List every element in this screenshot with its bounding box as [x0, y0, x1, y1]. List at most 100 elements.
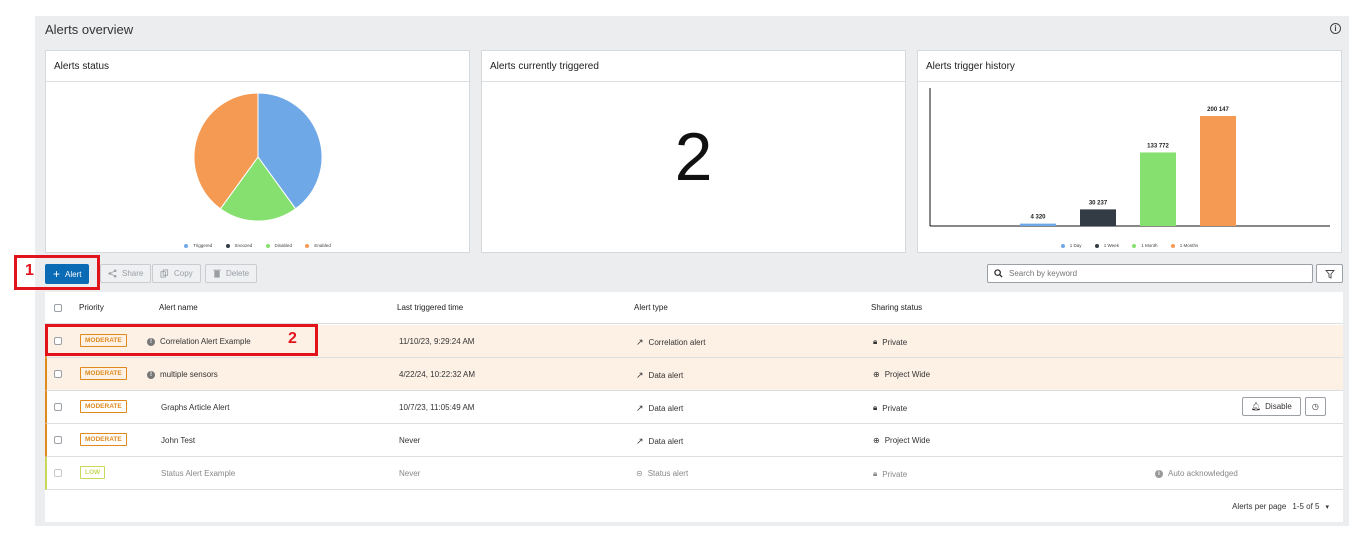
- filter-icon: [1324, 269, 1335, 279]
- triggered-count: 2: [674, 119, 713, 195]
- card-title: Alerts status: [46, 51, 469, 82]
- panel-title: Alerts overview: [45, 22, 134, 37]
- chart-icon: ↗: [636, 337, 644, 347]
- table-row[interactable]: MODERATE John Test Never ↗ Data alert ⊕ Pr…: [45, 424, 1343, 457]
- alert-type-cell: ⊝ Status alert: [636, 469, 689, 478]
- globe-icon: ⊕: [873, 370, 880, 379]
- copy-button[interactable]: Copy: [152, 264, 201, 283]
- priority-badge: MODERATE: [80, 367, 127, 380]
- alerts-status-card: Alerts status Triggered Snoozed Disabled…: [45, 50, 470, 253]
- card-title: Alerts currently triggered: [482, 51, 905, 82]
- legend-item-snoozed: Snoozed: [225, 243, 252, 248]
- lock-icon: 🔒︎: [873, 403, 878, 412]
- table-row[interactable]: MODERATE Graphs Article Alert 10/7/23, 1…: [45, 391, 1343, 424]
- info-icon: i: [1155, 469, 1163, 478]
- last-triggered-cell: 4/22/24, 10:22:32 AM: [399, 370, 476, 379]
- sharing-cell: 🔒︎ Private: [873, 337, 908, 347]
- delete-button[interactable]: Delete: [205, 264, 258, 283]
- row-checkbox[interactable]: [54, 403, 62, 411]
- chevron-down-icon[interactable]: ▾: [1325, 503, 1329, 511]
- alert-type-cell: ↗ Correlation alert: [636, 337, 706, 347]
- alert-name-cell[interactable]: John Test: [161, 436, 195, 445]
- header-priority[interactable]: Priority: [79, 303, 104, 312]
- snooze-button[interactable]: ◷: [1304, 397, 1326, 416]
- sharing-cell: ⊕ Project Wide: [873, 370, 931, 379]
- last-triggered-cell: 10/7/23, 11:05:49 AM: [399, 403, 475, 412]
- alert-type-cell: ↗ Data alert: [636, 436, 684, 446]
- table-row[interactable]: MODERATE ! multiple sensors 4/22/24, 10:2…: [45, 358, 1343, 391]
- select-all-checkbox[interactable]: [54, 304, 62, 312]
- bar-1-months: [1200, 116, 1236, 226]
- alerts-history-bar-chart: 4 320 30 237 133 772 200 147: [929, 88, 1330, 227]
- status-icon: ⊝: [636, 469, 643, 478]
- chart-icon: ↗: [636, 370, 644, 380]
- legend-item-week: 1 Week: [1094, 243, 1119, 248]
- bar-1-month: [1140, 152, 1176, 226]
- card-title: Alerts trigger history: [918, 51, 1341, 82]
- annotation-number-2: 2: [288, 330, 297, 347]
- legend-item-day: 1 Day: [1060, 243, 1082, 248]
- search-field[interactable]: [987, 264, 1313, 283]
- lock-icon: 🔒︎: [873, 337, 878, 346]
- alert-name-cell[interactable]: Graphs Article Alert: [161, 403, 229, 412]
- priority-badge: LOW: [80, 466, 106, 479]
- search-input[interactable]: [1009, 269, 1299, 278]
- row-actions: 🔔︎ Disable ◷: [1242, 397, 1326, 416]
- annotation-box-2: [45, 324, 318, 356]
- last-triggered-cell: Never: [399, 469, 421, 478]
- sharing-cell: ⊕ Project Wide: [873, 436, 931, 445]
- last-triggered-cell: Never: [399, 436, 421, 445]
- priority-badge: MODERATE: [80, 400, 127, 413]
- bell-icon: 🔔︎: [1251, 402, 1262, 411]
- alerts-triggered-card: Alerts currently triggered 2: [481, 50, 906, 253]
- search-icon: [994, 269, 1003, 278]
- pagination: Alerts per page 1-5 of 5 ▾: [1232, 502, 1329, 511]
- legend-item-month: 1 Month: [1132, 243, 1157, 248]
- legend-item-enabled: Enabled: [305, 243, 331, 248]
- trash-icon: [213, 269, 221, 278]
- lock-icon: 🔒︎: [873, 469, 878, 478]
- alert-type-cell: ↗ Data alert: [636, 370, 684, 380]
- filter-button[interactable]: [1316, 264, 1343, 283]
- status-note: i Auto acknowledged: [1155, 469, 1238, 478]
- row-checkbox[interactable]: [54, 469, 62, 477]
- bar-data-label: 133 772: [1147, 143, 1169, 149]
- header-last-triggered[interactable]: Last triggered time: [397, 303, 463, 312]
- chart-icon: ↗: [636, 436, 644, 446]
- page-range[interactable]: 1-5 of 5: [1292, 502, 1319, 511]
- header-alert-name[interactable]: Alert name: [159, 303, 198, 312]
- legend-item-disabled: Disabled: [265, 243, 292, 248]
- alert-name-cell[interactable]: ! multiple sensors: [147, 370, 218, 379]
- legend-item-triggered: Triggered: [184, 243, 212, 248]
- header-sharing-status[interactable]: Sharing status: [871, 303, 922, 312]
- alert-name-cell[interactable]: Status Alert Example: [161, 469, 235, 478]
- header-alert-type[interactable]: Alert type: [634, 303, 668, 312]
- row-checkbox[interactable]: [54, 370, 62, 378]
- alerts-history-card: Alerts trigger history 4 320 30 237 133 77…: [917, 50, 1342, 253]
- bar-1-day: [1020, 223, 1056, 226]
- globe-icon: ⊕: [873, 436, 880, 445]
- pie-legend: Triggered Snoozed Disabled Enabled: [46, 243, 469, 248]
- table-row[interactable]: LOW Status Alert Example Never ⊝ Status a…: [45, 457, 1343, 490]
- share-button[interactable]: Share: [100, 264, 152, 283]
- last-triggered-cell: 11/10/23, 9:29:24 AM: [399, 337, 475, 346]
- bar-1-week: [1080, 209, 1116, 226]
- chart-icon: ↗: [636, 403, 644, 413]
- legend-item-months: 1 Months: [1170, 243, 1198, 248]
- row-checkbox[interactable]: [54, 436, 62, 444]
- clock-icon: ◷: [1311, 402, 1319, 411]
- info-icon: !: [147, 370, 155, 379]
- table-header: Priority Alert name Last triggered time …: [45, 292, 1343, 324]
- bar-data-label: 30 237: [1089, 200, 1108, 206]
- annotation-number-1: 1: [25, 262, 34, 279]
- share-icon: [108, 269, 117, 278]
- priority-badge: MODERATE: [80, 433, 127, 446]
- sharing-cell: 🔒︎ Private: [873, 469, 908, 479]
- disable-button[interactable]: 🔔︎ Disable: [1242, 397, 1301, 416]
- alerts-status-pie-chart: [193, 92, 323, 222]
- per-page-label: Alerts per page: [1232, 502, 1287, 511]
- sharing-cell: 🔒︎ Private: [873, 403, 908, 413]
- bar-legend: 1 Day 1 Week 1 Month 1 Months: [918, 243, 1341, 248]
- copy-icon: [160, 269, 169, 278]
- info-icon[interactable]: i: [1330, 23, 1341, 34]
